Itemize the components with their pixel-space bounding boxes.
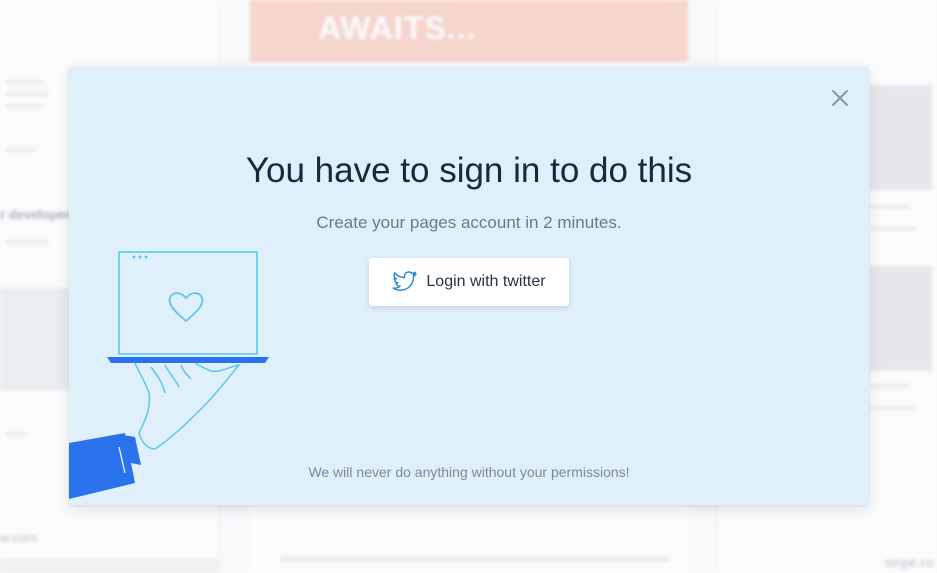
bg-line [870,384,910,388]
close-icon [832,90,848,106]
bg-line [5,92,49,96]
heart-icon [168,292,204,322]
bg-line [5,148,37,152]
bg-image [870,85,932,190]
bg-text: stripe.co [885,555,935,570]
modal-subtitle: Create your pages account in 2 minutes. [316,213,622,232]
bg-text: w.com [0,530,37,545]
bg-line [5,104,43,108]
bg-bottom-bar [0,558,218,573]
login-button-label: Login with twitter [426,273,546,290]
laptop-on-hand-illustration [69,251,269,499]
bg-line [870,406,916,410]
modal-title: You have to sign in to do this [245,151,693,190]
login-with-twitter-button[interactable]: Login with twitter [369,258,569,306]
bg-logo-row [280,556,670,562]
bg-line [870,227,916,231]
bg-line [5,80,45,84]
bg-text: r developers [0,207,78,222]
bg-block [0,288,69,390]
close-button[interactable] [831,89,849,107]
bg-hero-text: AWAITS... [318,10,477,46]
laptop-screen [118,251,258,355]
bg-line [5,432,27,436]
twitter-bird-icon [392,271,418,291]
sleeve [69,433,135,499]
sign-in-modal: You have to sign in to do this Create yo… [69,67,869,505]
bg-image [870,266,932,371]
bg-line [870,205,910,209]
bg-line [5,240,49,244]
laptop-base [107,357,269,363]
